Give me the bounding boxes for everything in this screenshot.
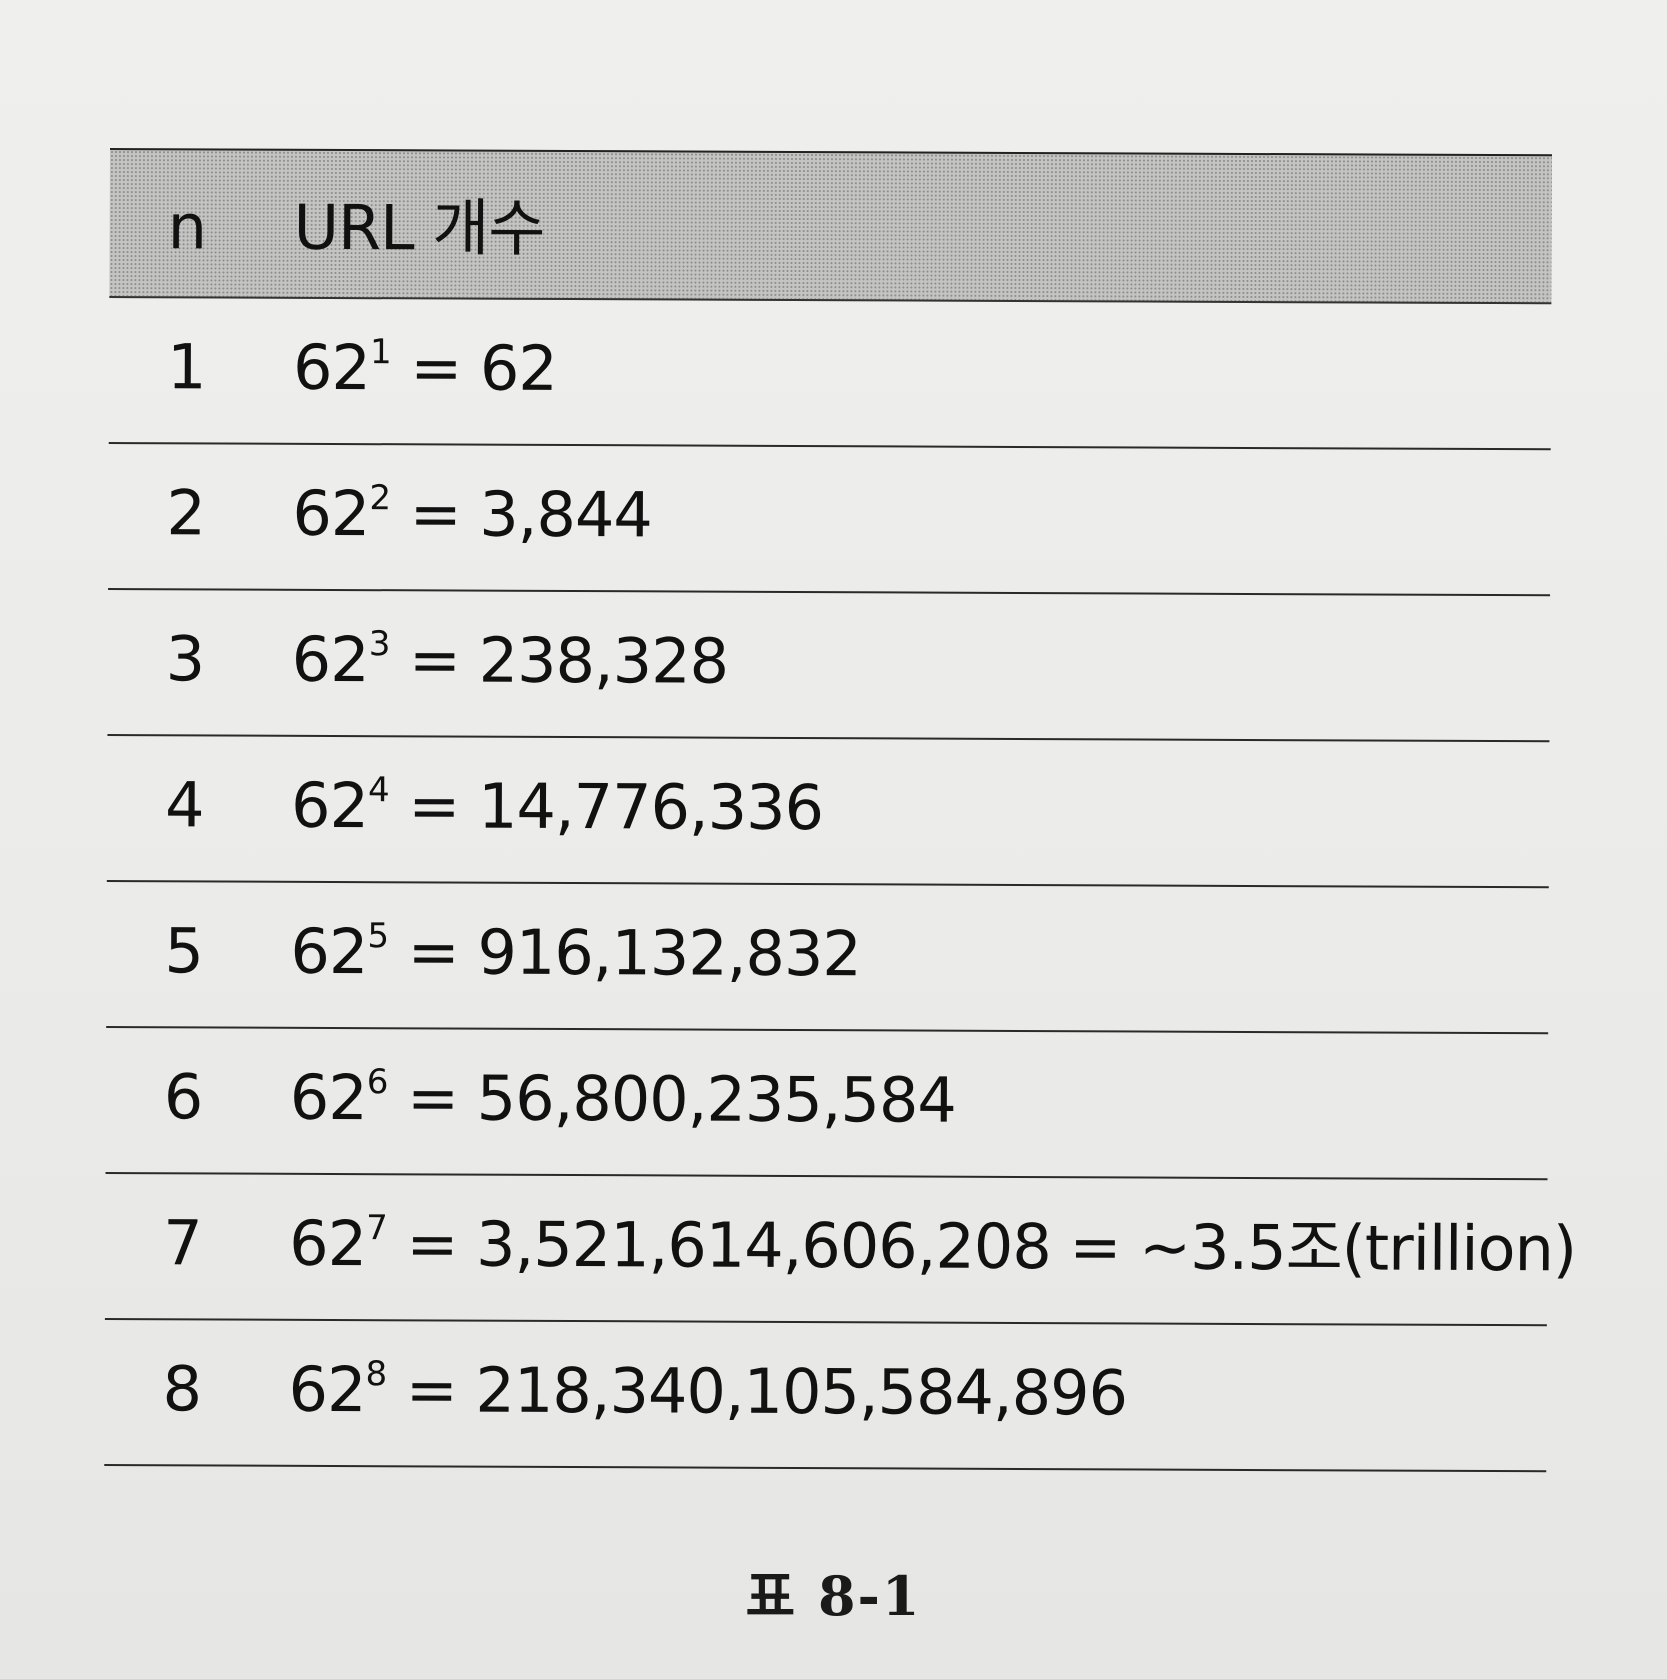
row-base: 62: [288, 1352, 366, 1427]
row-exponent: 6: [366, 1062, 389, 1103]
row-exponent: 4: [368, 770, 390, 811]
row-value: 626 = 56,800,235,584: [290, 1061, 956, 1137]
row-base: 62: [289, 1060, 367, 1135]
row-base: 62: [292, 476, 370, 551]
header-n: n: [167, 190, 207, 264]
row-base: 62: [291, 622, 369, 697]
row-value: 624 = 14,776,336: [291, 769, 823, 844]
row-result: = 238,328: [390, 623, 729, 698]
page: n URL 개수 1 621 = 62 2 622 = 3,844 3 623 …: [0, 0, 1667, 1679]
row-n: 2: [166, 476, 206, 550]
row-result: = 14,776,336: [389, 769, 824, 845]
row-base: 62: [290, 914, 368, 989]
row-value: 628 = 218,340,105,584,896: [288, 1353, 1127, 1430]
row-value: 623 = 238,328: [292, 623, 729, 698]
header-url-count: URL 개수: [293, 190, 545, 265]
row-exponent: 1: [369, 332, 392, 373]
row-value: 621 = 62: [293, 331, 557, 405]
row-result: = 3,521,614,606,208 = ~3.5조(trillion): [387, 1207, 1577, 1286]
table-row: 3 623 = 238,328: [107, 589, 1551, 743]
table-row: 4 624 = 14,776,336: [106, 735, 1550, 889]
row-n: 5: [164, 914, 204, 988]
table-row: 1 621 = 62: [108, 297, 1552, 451]
table-caption: 표 8-1: [745, 1564, 922, 1628]
row-result: = 916,132,832: [388, 915, 862, 991]
table-row: 6 626 = 56,800,235,584: [105, 1027, 1549, 1181]
row-n: 7: [163, 1206, 202, 1280]
table-row: 8 628 = 218,340,105,584,896: [104, 1319, 1547, 1473]
url-count-table: n URL 개수 1 621 = 62 2 622 = 3,844 3 623 …: [104, 148, 1576, 1473]
row-exponent: 3: [368, 624, 391, 665]
row-n: 8: [162, 1352, 202, 1426]
row-result: = 62: [391, 331, 558, 405]
row-exponent: 2: [369, 478, 392, 519]
row-n: 4: [164, 768, 204, 842]
row-result: = 3,844: [390, 477, 652, 552]
row-value: 622 = 3,844: [292, 477, 652, 552]
table-header-row: n URL 개수: [109, 148, 1552, 305]
row-value: 625 = 916,132,832: [290, 915, 861, 990]
row-n: 1: [166, 330, 206, 404]
row-result: = 56,800,235,584: [388, 1061, 956, 1137]
row-value: 627 = 3,521,614,606,208 = ~3.5조(trillion…: [289, 1207, 1576, 1286]
row-exponent: 8: [365, 1354, 388, 1395]
row-base: 62: [289, 1206, 367, 1281]
row-base: 62: [292, 330, 371, 405]
table-row: 5 625 = 916,132,832: [106, 881, 1549, 1035]
table-row: 7 627 = 3,521,614,606,208 = ~3.5조(trilli…: [104, 1173, 1576, 1327]
row-result: = 218,340,105,584,896: [386, 1353, 1128, 1430]
row-n: 6: [163, 1060, 203, 1134]
row-base: 62: [290, 768, 369, 843]
row-n: 3: [165, 622, 205, 696]
row-exponent: 5: [367, 916, 390, 957]
table-row: 2 622 = 3,844: [108, 443, 1551, 597]
row-exponent: 7: [366, 1208, 388, 1249]
